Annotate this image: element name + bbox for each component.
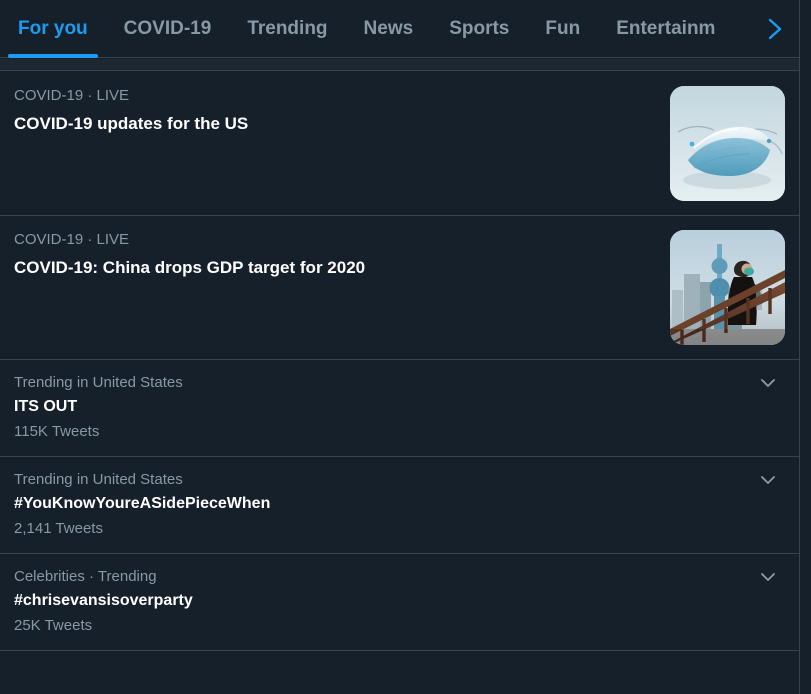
tab-sports[interactable]: Sports [431,0,527,58]
trend-row[interactable]: Celebrities · Trending #chrisevansisover… [0,554,799,651]
news-text: COVID-19 · LIVE COVID-19 updates for the… [14,86,670,135]
trend-name: ITS OUT [14,395,785,419]
news-thumbnail-mask [670,86,785,201]
trend-name: #chrisevansisoverparty [14,589,785,613]
trend-more-button[interactable] [757,469,779,491]
tab-label: News [364,18,414,40]
tab-covid-19[interactable]: COVID-19 [106,0,230,58]
chevron-down-icon [759,471,777,489]
chevron-right-icon [765,16,785,42]
tabbar-spacer-band [0,59,799,71]
news-meta: COVID-19 · LIVE [14,86,658,106]
trend-category: Trending in United States [14,372,785,394]
tab-entertainment[interactable]: Entertainment [598,0,716,58]
news-text: COVID-19 · LIVE COVID-19: China drops GD… [14,230,670,279]
tab-trending[interactable]: Trending [229,0,345,58]
explore-tab-bar: For you COVID-19 Trending News Sports Fu… [0,0,799,58]
tab-for-you[interactable]: For you [0,0,106,58]
tab-label: Entertainment [616,18,716,40]
news-headline: COVID-19: China drops GDP target for 202… [14,257,658,279]
tab-fun[interactable]: Fun [527,0,598,58]
trend-category: Celebrities · Trending [14,566,785,588]
news-card[interactable]: COVID-19 · LIVE COVID-19: China drops GD… [0,216,799,360]
tab-label: For you [18,18,88,40]
trend-row[interactable]: Trending in United States #YouKnowYoureA… [0,457,799,554]
explore-content: COVID-19 · LIVE COVID-19 updates for the… [0,72,799,651]
trend-tweet-count: 25K Tweets [14,615,785,637]
news-meta: COVID-19 · LIVE [14,230,658,250]
trend-tweet-count: 2,141 Tweets [14,518,785,540]
trend-tweet-count: 115K Tweets [14,421,785,443]
chevron-down-icon [759,374,777,392]
news-card[interactable]: COVID-19 · LIVE COVID-19 updates for the… [0,72,799,216]
trend-row[interactable]: Trending in United States ITS OUT 115K T… [0,360,799,457]
masked-man-skyline-photo [670,230,785,345]
tab-label: COVID-19 [124,18,212,40]
trend-more-button[interactable] [757,566,779,588]
surgical-mask-photo [670,86,785,201]
tab-label: Trending [247,18,327,40]
trend-category: Trending in United States [14,469,785,491]
trend-name: #YouKnowYoureASidePieceWhen [14,492,785,516]
trend-more-button[interactable] [757,372,779,394]
tabs-next-button[interactable] [757,0,793,58]
tab-label: Sports [449,18,509,40]
chevron-down-icon [759,568,777,586]
outer-right-gutter [800,0,811,694]
tab-news[interactable]: News [346,0,432,58]
news-headline: COVID-19 updates for the US [14,113,658,135]
tab-label: Fun [545,18,580,40]
news-thumbnail-china [670,230,785,345]
explore-page: For you COVID-19 Trending News Sports Fu… [0,0,811,694]
active-tab-indicator [8,54,98,58]
